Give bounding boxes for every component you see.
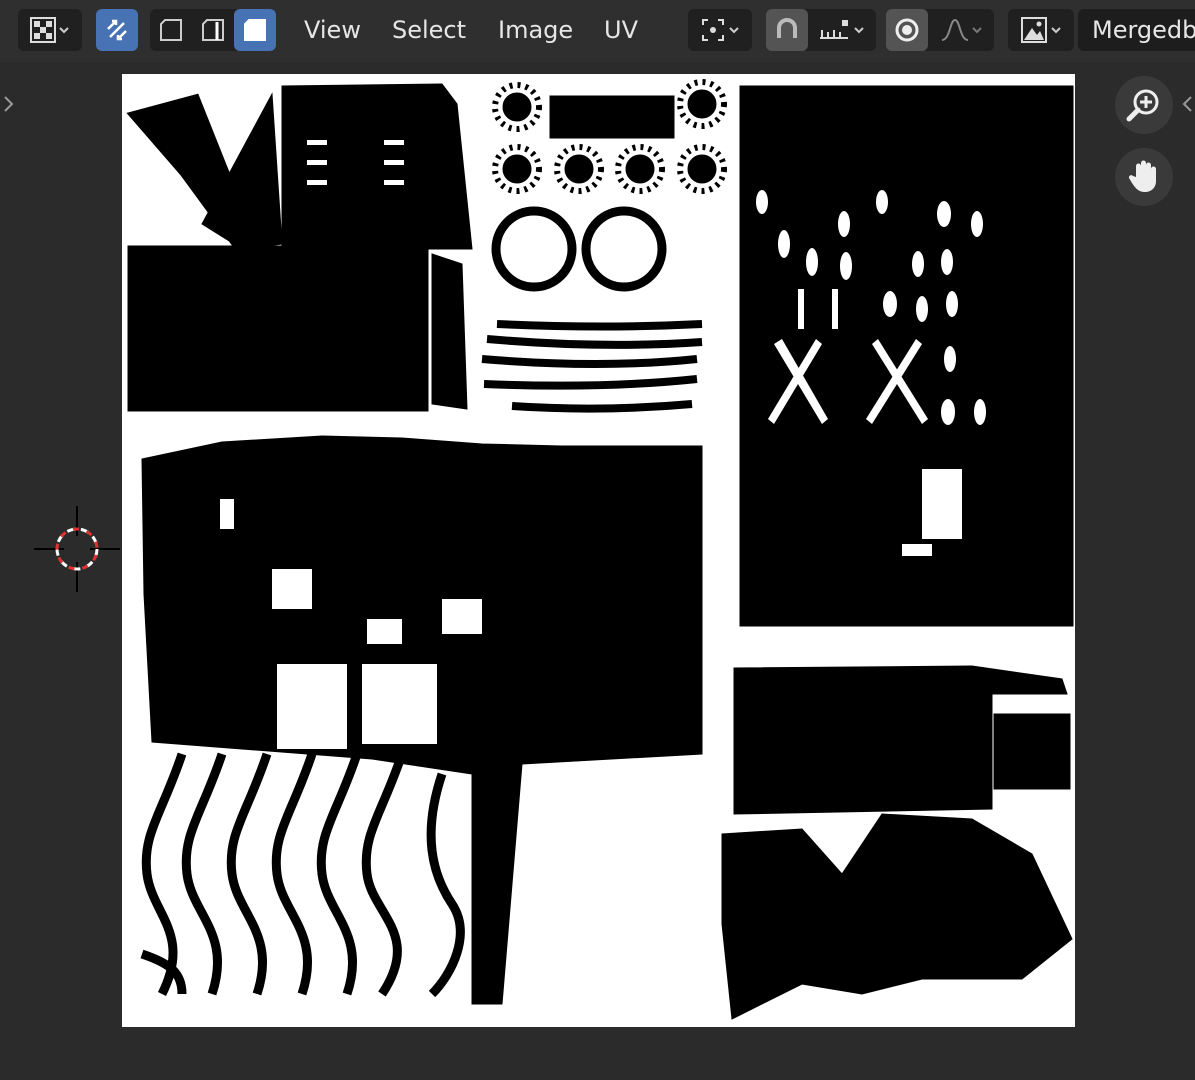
uv-texture-canvas[interactable] [122, 74, 1075, 1027]
vertex-select-button[interactable] [150, 9, 192, 51]
editor-type-button[interactable] [18, 9, 82, 51]
hand-pan-icon [1128, 160, 1156, 192]
menu-uv[interactable]: UV [592, 9, 650, 51]
edge-select-button[interactable] [192, 9, 234, 51]
chevron-down-icon [59, 27, 69, 34]
vertex-select-icon [160, 19, 182, 41]
snap-increment-icon [820, 20, 848, 39]
image-browse-button[interactable] [1008, 9, 1074, 51]
face-select-button[interactable] [234, 9, 276, 51]
chevron-down-icon [729, 27, 739, 34]
checker-editor-icon [30, 17, 56, 43]
image-editor-header: View Select Image UV Mergedb [0, 0, 1195, 62]
zoom-in-icon [1126, 89, 1159, 122]
chevron-down-icon [1051, 27, 1061, 34]
menu-image[interactable]: Image [486, 9, 585, 51]
pivot-point-icon [702, 19, 724, 41]
uv-islands [126, 79, 1074, 1020]
pan-button[interactable] [1115, 148, 1173, 206]
face-select-icon [244, 19, 266, 41]
toolbar-expand-icon[interactable] [2, 94, 16, 114]
2d-cursor-icon[interactable] [34, 506, 120, 592]
pivot-point-button[interactable] [688, 9, 752, 51]
image-browse-icon [1021, 17, 1047, 43]
zoom-button[interactable] [1115, 76, 1173, 134]
snap-magnet-icon [777, 18, 797, 38]
falloff-button[interactable] [930, 9, 994, 51]
menu-view[interactable]: View [292, 9, 373, 51]
proportional-edit-icon [895, 18, 919, 42]
menu-select[interactable]: Select [380, 9, 478, 51]
image-name-field[interactable]: Mergedb [1078, 9, 1195, 51]
proportional-edit-button[interactable] [886, 9, 928, 51]
uv-sync-selection-button[interactable] [96, 9, 138, 51]
sidebar-expand-icon[interactable] [1180, 94, 1194, 114]
uv-sync-selection-icon [107, 19, 127, 41]
chevron-down-icon [854, 27, 864, 34]
snap-toggle-button[interactable] [766, 9, 808, 51]
edge-select-icon [202, 19, 224, 41]
chevron-down-icon [972, 27, 982, 34]
snap-target-button[interactable] [808, 9, 876, 51]
falloff-curve-icon [941, 18, 969, 41]
